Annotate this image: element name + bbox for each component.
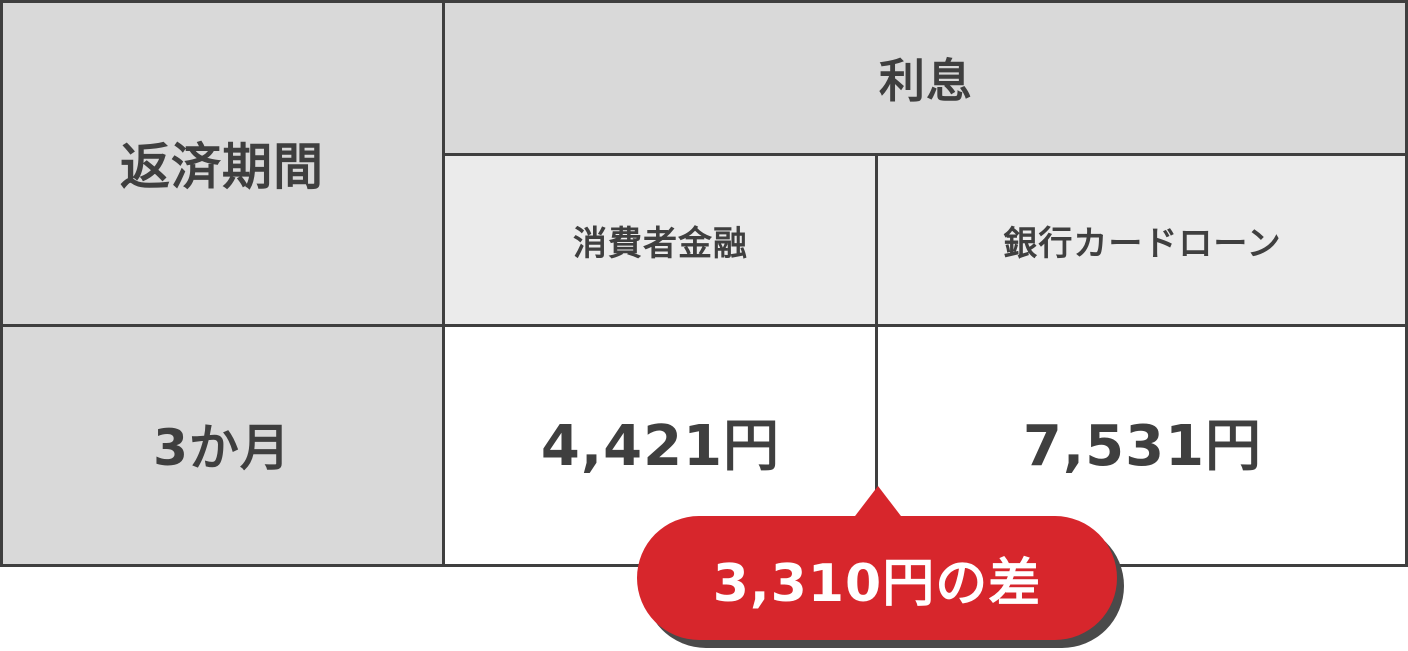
divider-header-body [0,324,1408,327]
callout-text: 3,310円の差 [712,553,1042,614]
border-left [0,0,3,567]
divider-interest-sub [442,153,1408,156]
header-repayment-period: 返済期間 [0,0,444,326]
divider-period [442,0,445,567]
header-consumer-finance: 消費者金融 [444,155,877,326]
callout-pointer [852,486,904,520]
border-top [0,0,1408,3]
header-interest: 利息 [444,0,1408,155]
row-period-value: 3か月 [0,326,444,566]
header-bank-card-loan: 銀行カードローン [877,155,1408,326]
callout-bubble: 3,310円の差 [637,516,1117,640]
